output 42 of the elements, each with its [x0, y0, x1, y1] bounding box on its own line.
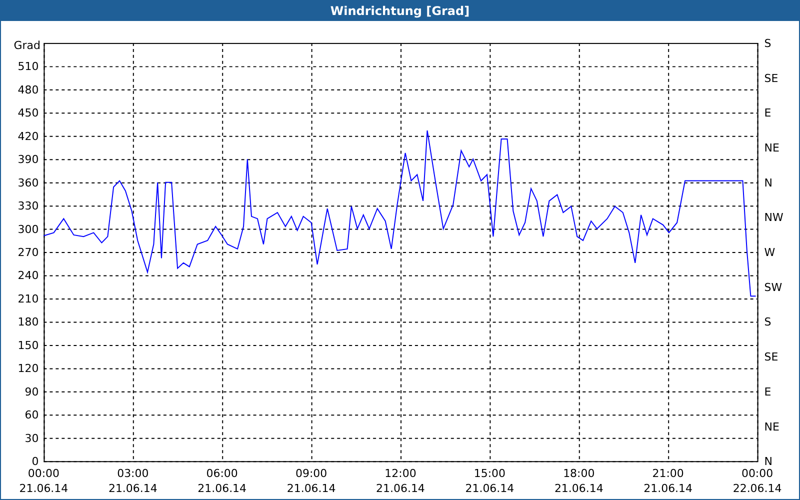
compass-tick-label: E [764, 385, 772, 398]
y-tick-label: 60 [24, 408, 39, 422]
y-tick-label: 300 [18, 222, 39, 236]
compass-tick-label: SW [764, 280, 782, 294]
compass-tick-label: NE [764, 141, 780, 154]
y-tick-label: 120 [18, 362, 39, 376]
compass-tick-label: SE [764, 72, 778, 85]
y-axis-label: Grad [14, 38, 40, 52]
compass-tick-label: S [764, 36, 772, 50]
y-tick-label: 390 [18, 153, 39, 166]
y-tick-label: 480 [18, 83, 39, 96]
x-tick-label: 06:00 21.06.14 [198, 467, 247, 496]
y-tick-label: 180 [18, 316, 39, 329]
y-tick-label: 420 [18, 130, 39, 143]
x-tick-label: 12:00 21.06.14 [376, 467, 425, 496]
y-tick-label: 360 [18, 176, 39, 190]
y-tick-label: 510 [18, 60, 39, 74]
y-tick-label: 0 [32, 455, 39, 468]
y-tick-label: 30 [24, 432, 39, 445]
y-tick-label: 90 [24, 385, 39, 398]
y-tick-label: 210 [18, 292, 39, 306]
x-tick-label: 09:00 21.06.14 [286, 467, 336, 496]
y-tick-label: 450 [18, 106, 39, 120]
y-tick-label: 270 [18, 246, 39, 259]
x-tick-label: 03:00 21.06.14 [108, 467, 158, 496]
compass-tick-label: SE [764, 350, 778, 364]
x-tick-label: 18:00 21.06.14 [554, 467, 604, 496]
y-tick-label: 330 [18, 200, 39, 213]
x-tick-label: 00:00 21.06.14 [19, 467, 68, 496]
y-tick-label: 240 [18, 269, 39, 282]
compass-tick-label: E [764, 106, 772, 120]
compass-tick-label: NW [764, 211, 784, 224]
x-tick-label: 21:00 21.06.14 [644, 467, 693, 496]
compass-tick-label: N [764, 176, 772, 190]
x-tick-label: 15:00 21.06.14 [465, 467, 514, 496]
y-tick-label: 150 [18, 338, 39, 352]
compass-tick-label: N [764, 455, 772, 468]
window-title: Windrichtung [Grad] [1, 1, 799, 21]
compass-tick-label: NE [764, 420, 780, 434]
compass-tick-label: W [764, 246, 776, 259]
compass-tick-label: S [764, 316, 772, 329]
x-tick-label: 00:00 22.06.14 [732, 467, 782, 496]
